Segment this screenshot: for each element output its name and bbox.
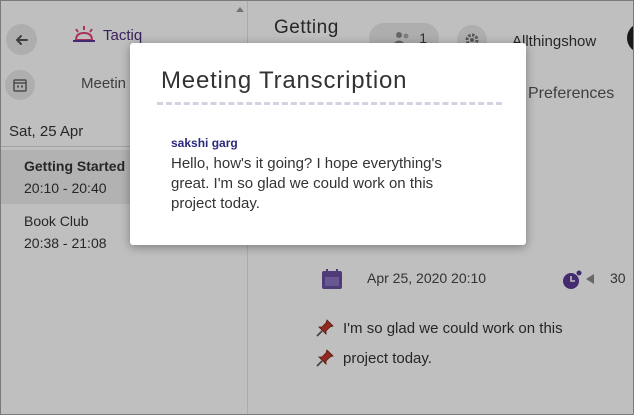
modal-divider: [157, 102, 502, 105]
transcript-text: Hello, how's it going? I hope everything…: [171, 155, 442, 212]
speaker-name: sakshi garg: [171, 136, 238, 150]
modal-title: Meeting Transcription: [161, 67, 408, 94]
app-window: Tactiq Meetin Sat, 25 Apr Getting Starte…: [0, 0, 634, 415]
transcription-modal: Meeting Transcription sakshi garg Hello,…: [130, 43, 526, 245]
